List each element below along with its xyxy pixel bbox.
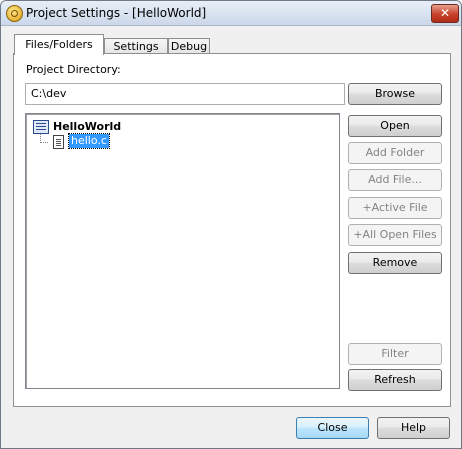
tree-connector-horizontal xyxy=(40,142,48,143)
refresh-button[interactable]: Refresh xyxy=(348,369,442,391)
project-settings-dialog: Project Settings - [HelloWorld] ✕ Files/… xyxy=(0,0,462,449)
project-icon xyxy=(33,120,49,134)
help-button[interactable]: Help xyxy=(377,417,450,439)
add-all-open-files-button[interactable]: +All Open Files xyxy=(348,224,442,246)
file-icon xyxy=(53,135,64,149)
project-directory-label: Project Directory: xyxy=(26,63,121,76)
title-bar[interactable]: Project Settings - [HelloWorld] ✕ xyxy=(1,1,461,26)
project-directory-input[interactable]: C:\dev xyxy=(25,83,345,105)
close-button[interactable]: Close xyxy=(296,417,369,439)
filter-button[interactable]: Filter xyxy=(348,343,442,365)
app-icon xyxy=(6,5,23,22)
project-file-tree[interactable]: HelloWorld hello.c xyxy=(25,113,340,389)
add-active-file-button[interactable]: +Active File xyxy=(348,197,442,219)
add-folder-button[interactable]: Add Folder xyxy=(348,142,442,164)
remove-button[interactable]: Remove xyxy=(348,252,442,274)
tree-root-item[interactable]: HelloWorld xyxy=(53,120,121,133)
open-button[interactable]: Open xyxy=(348,115,442,137)
browse-button[interactable]: Browse xyxy=(348,83,442,105)
tab-files-folders[interactable]: Files/Folders xyxy=(14,34,104,55)
add-file-button[interactable]: Add File... xyxy=(348,169,442,191)
window-title: Project Settings - [HelloWorld] xyxy=(26,6,207,20)
tree-item-file[interactable]: hello.c xyxy=(68,133,110,149)
window-close-button[interactable]: ✕ xyxy=(431,4,459,23)
